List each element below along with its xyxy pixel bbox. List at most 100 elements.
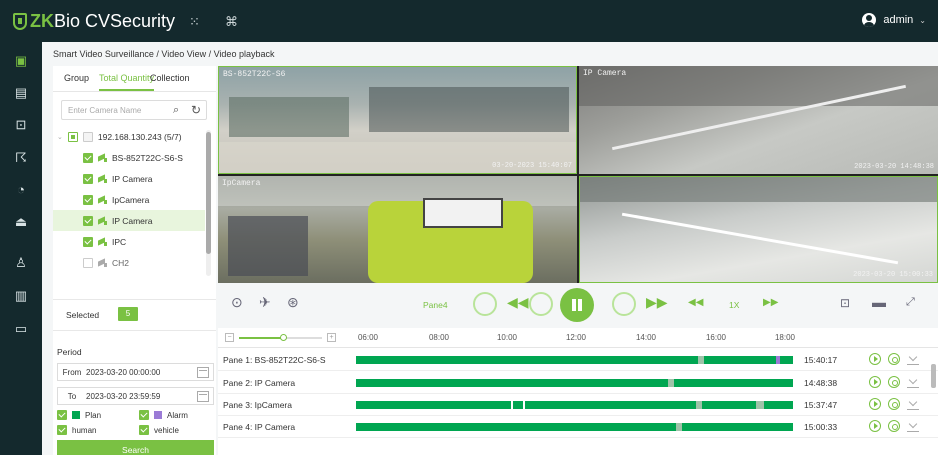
user-menu[interactable]: admin ⌄ (862, 13, 926, 27)
nav-media-icon[interactable]: ▥ (13, 288, 29, 304)
play-icon[interactable] (869, 353, 881, 365)
pause-button[interactable] (560, 288, 594, 322)
record-icon[interactable]: ⊙ (231, 294, 243, 311)
from-date-field[interactable]: From 2023-03-20 00:00:00 (57, 363, 214, 381)
calendar-icon[interactable] (197, 366, 209, 378)
single-pane-icon[interactable]: ⊡ (840, 296, 850, 310)
locate-icon[interactable] (888, 376, 900, 388)
nav-people-icon[interactable]: ♙ (13, 255, 29, 271)
logo[interactable]: ZK Bio CVSecurity (13, 9, 175, 33)
play-icon[interactable] (869, 420, 881, 432)
tree-checkbox[interactable] (83, 257, 93, 268)
alarm-segment[interactable] (776, 356, 780, 364)
tree-scrollbar[interactable] (206, 130, 211, 276)
locate-icon[interactable] (888, 353, 900, 365)
nav-scan-icon[interactable]: ⏏ (13, 214, 29, 230)
download-icon[interactable] (907, 376, 919, 388)
fullscreen-icon[interactable]: ⤢ (906, 296, 915, 309)
nav-screen-icon[interactable]: ⊡ (13, 117, 29, 133)
tab-total-quantity[interactable]: Total Quantity (99, 73, 155, 91)
zoom-out-button[interactable]: − (225, 333, 234, 342)
event-segment[interactable] (756, 401, 764, 409)
recording-bar[interactable] (356, 356, 793, 364)
tree-checkbox[interactable] (83, 194, 93, 205)
step-forward-button[interactable] (612, 292, 636, 316)
tree-node-label: 192.168.130.243 (5/7) (97, 131, 182, 142)
recording-bar[interactable] (356, 379, 793, 387)
tree-node-camera[interactable]: IpCamera (53, 189, 205, 210)
calendar-icon[interactable] (197, 390, 209, 402)
playhead-marker[interactable] (696, 401, 702, 409)
tree-checkbox[interactable] (83, 173, 93, 184)
filter-checkbox[interactable] (139, 410, 149, 420)
recording-bar[interactable] (356, 401, 793, 409)
filter-vehicle[interactable]: vehicle (139, 424, 179, 436)
grid-icon[interactable]: ⁙ (189, 14, 200, 30)
tree-node-camera[interactable]: IP Camera (53, 168, 205, 189)
tree-node-camera-selected[interactable]: IP Camera (53, 210, 205, 231)
search-button[interactable]: Search (57, 440, 214, 455)
fast-forward-icon[interactable]: ▶▶ (646, 294, 668, 311)
search-icon[interactable]: ⌕ (173, 104, 179, 117)
tree-checkbox[interactable] (83, 236, 93, 247)
filter-checkbox[interactable] (139, 425, 149, 435)
tab-group[interactable]: Group (64, 73, 89, 83)
video-pane-3[interactable]: IpCamera (218, 176, 577, 283)
scrollbar-thumb[interactable] (206, 132, 211, 254)
to-date-field[interactable]: To 2023-03-20 23:59:59 (57, 387, 214, 405)
locate-icon[interactable] (888, 420, 900, 432)
alarm-color-swatch (154, 411, 162, 419)
download-icon[interactable] (907, 398, 919, 410)
filter-checkbox[interactable] (57, 425, 67, 435)
download-icon[interactable] (907, 420, 919, 432)
tree-node-camera[interactable]: BS-852T22C-S6-S (53, 147, 205, 168)
timeline-scrollbar[interactable] (931, 354, 937, 454)
chevron-down-icon[interactable]: ⌄ (57, 133, 63, 141)
video-pane-2[interactable]: IP Camera 2023-03-20 14:48:38 (579, 66, 938, 174)
video-pane-1[interactable]: BS-852T22C-S6 03-20-2023 15:40:07 (218, 66, 577, 174)
command-icon[interactable]: ⌘ (225, 14, 238, 30)
play-icon[interactable] (869, 376, 881, 388)
nav-clock-icon[interactable]: ◔ (13, 182, 29, 198)
tree-node-camera[interactable]: IPC (53, 231, 205, 252)
filter-alarm[interactable]: Alarm (139, 409, 188, 421)
tab-collection[interactable]: Collection (150, 73, 190, 83)
layout-icon[interactable]: ▬ (872, 294, 886, 310)
refresh-icon[interactable]: ↻ (191, 103, 201, 117)
nav-fingerprint-icon[interactable]: ☈ (13, 150, 29, 166)
nav-chat-icon[interactable]: ▭ (13, 321, 29, 337)
pane-caption: IP Camera (583, 69, 627, 78)
tree-checkbox[interactable] (67, 131, 78, 142)
recording-bar[interactable] (356, 423, 793, 431)
nav-monitor-icon[interactable]: ▤ (13, 85, 29, 101)
filter-plan[interactable]: Plan (57, 409, 101, 421)
filter-checkbox[interactable] (57, 410, 67, 420)
step-back-button[interactable] (529, 292, 553, 316)
locate-icon[interactable] (888, 398, 900, 410)
tree-checkbox[interactable] (83, 152, 93, 163)
playhead-marker[interactable] (668, 379, 674, 387)
time-axis: 06:00 08:00 10:00 12:00 14:00 16:00 18:0… (356, 328, 806, 348)
zoom-knob[interactable] (280, 334, 287, 341)
tree-node-device[interactable]: ⌄ 192.168.130.243 (5/7) (53, 126, 205, 147)
play-icon[interactable] (869, 398, 881, 410)
playhead-marker[interactable] (698, 356, 704, 364)
capture-icon[interactable]: ⊛ (287, 294, 299, 311)
tree-checkbox[interactable] (83, 215, 93, 226)
faster-icon[interactable]: ▶▶ (763, 297, 778, 308)
slower-icon[interactable]: ◀◀ (688, 297, 703, 308)
playback-speed: 1X (729, 300, 740, 310)
rewind-icon[interactable]: ◀◀ (507, 294, 529, 311)
timeline-zoom-slider[interactable]: − + (225, 333, 336, 343)
download-icon[interactable] (907, 353, 919, 365)
scrollbar-thumb[interactable] (931, 364, 936, 388)
nav-video-icon[interactable]: ▣ (13, 53, 29, 69)
filter-human[interactable]: human (57, 424, 96, 436)
tree-node-camera-offline[interactable]: CH2 (53, 252, 205, 273)
playhead-marker[interactable] (676, 423, 682, 431)
camera-search-input[interactable] (68, 104, 158, 117)
snapshot-icon[interactable]: ✈ (259, 294, 271, 311)
frame-back-button[interactable] (473, 292, 497, 316)
video-pane-4[interactable]: 2023-03-20 15:00:33 (579, 176, 938, 283)
zoom-in-button[interactable]: + (327, 333, 336, 342)
